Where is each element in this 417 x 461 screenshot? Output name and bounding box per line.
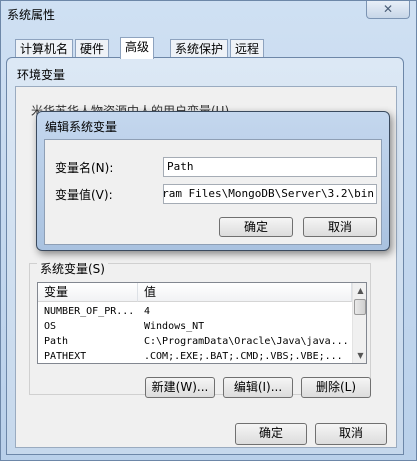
window-title: 环境变量 (17, 68, 66, 82)
table-row[interactable]: PATHEXT .COM;.EXE;.BAT;.CMD;.VBS;.VBE;..… (38, 349, 352, 363)
close-button[interactable]: ✕ (366, 1, 410, 19)
system-variables-label: 系统变量(S) (37, 260, 108, 277)
env-cancel-button[interactable]: 取消 (315, 423, 387, 445)
row-variable: NUMBER_OF_PR... (44, 306, 135, 317)
tab-remote[interactable]: 远程 (230, 39, 265, 58)
dialog-title: 编辑系统变量 (45, 120, 118, 134)
scroll-down-icon[interactable]: ▼ (353, 348, 366, 363)
new-variable-button[interactable]: 新建(W)... (145, 377, 215, 398)
scroll-up-icon[interactable]: ▲ (353, 283, 366, 298)
table-row[interactable]: NUMBER_OF_PR... 4 (38, 304, 352, 319)
row-variable: Path (44, 336, 69, 347)
tab-system-protection[interactable]: 系统保护 (170, 39, 229, 58)
dialog-cancel-button[interactable]: 取消 (303, 217, 377, 237)
column-header-value[interactable]: 值 (138, 283, 352, 302)
row-value: .COM;.EXE;.BAT;.CMD;.VBS;.VBE;... (144, 351, 343, 362)
dialog-body: 变量名(N): Path 变量值(V): rogram Files\MongoD… (44, 139, 382, 245)
edit-variable-button[interactable]: 编辑(I)... (223, 377, 293, 398)
tab-computer-name[interactable]: 计算机名 (15, 39, 74, 58)
variable-name-label: 变量名(N): (55, 161, 114, 175)
dialog-ok-button[interactable]: 确定 (219, 217, 293, 237)
row-value: 4 (144, 306, 151, 317)
variable-value-input[interactable]: rogram Files\MongoDB\Server\3.2\bin (163, 184, 377, 204)
scroll-thumb[interactable] (354, 299, 366, 315)
env-ok-button[interactable]: 确定 (235, 423, 307, 445)
delete-variable-button[interactable]: 删除(L) (301, 377, 371, 398)
variable-value-label: 变量值(V): (55, 188, 113, 202)
window-title: 系统属性 (7, 8, 56, 22)
system-variables-table[interactable]: 变量 值 NUMBER_OF_PR... 4 OS Windows_NT Pat… (37, 282, 367, 364)
column-header-variable[interactable]: 变量 (38, 283, 138, 302)
vertical-scrollbar[interactable]: ▲ ▼ (352, 283, 366, 363)
row-value: Windows_NT (144, 321, 205, 332)
variable-value-text: rogram Files\MongoDB\Server\3.2\bin (163, 187, 374, 200)
edit-system-variable-dialog: 编辑系统变量 变量名(N): Path 变量值(V): rogram Files… (36, 111, 390, 251)
tab-hardware[interactable]: 硬件 (75, 39, 110, 58)
tab-advanced[interactable]: 高级 (120, 37, 155, 59)
variable-name-input[interactable]: Path (163, 157, 377, 177)
row-variable: OS (44, 321, 57, 332)
row-variable: PATHEXT (44, 351, 87, 362)
table-row[interactable]: Path C:\ProgramData\Oracle\Java\java... (38, 334, 352, 349)
table-row[interactable]: OS Windows_NT (38, 319, 352, 334)
row-value: C:\ProgramData\Oracle\Java\java... (144, 336, 349, 347)
